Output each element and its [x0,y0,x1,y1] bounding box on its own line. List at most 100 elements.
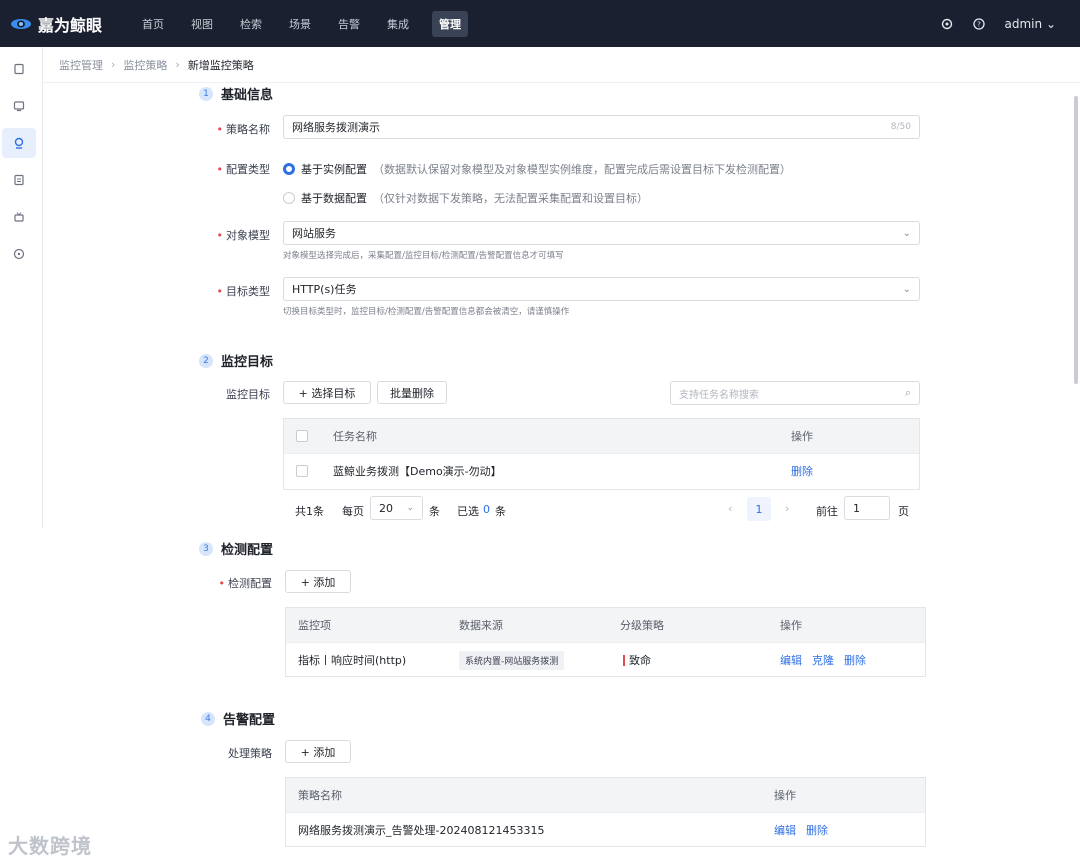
target-type-select[interactable]: HTTP(s)任务 ⌄ [283,277,920,301]
section-detection-config: 3 检测配置 [199,539,273,558]
breadcrumb-item-strategy[interactable]: 监控策略 [123,57,167,73]
clone-link[interactable]: 克隆 [812,652,834,668]
step-number: 1 [199,86,213,101]
nav-alert[interactable]: 告警 [338,12,360,36]
nav-scene[interactable]: 场景 [289,12,311,36]
nav-view[interactable]: 视图 [191,12,213,36]
chevron-down-icon: ⌄ [406,503,414,513]
selected-count: 0 [483,503,490,516]
prev-page-icon[interactable]: ‹ [728,502,732,515]
nav-integration[interactable]: 集成 [387,12,409,36]
chevron-down-icon: ⌄ [902,227,911,239]
user-name: admin [1004,16,1043,31]
strategy-name-input[interactable]: 网络服务拨测演示 8/50 [283,115,920,139]
table-row: 指标丨响应时间(http) 系统内置-网站服务拨测 致命 编辑 克隆 删除 [286,642,925,676]
current-page[interactable]: 1 [747,497,771,521]
handle-strategy-label: 处理策略 [228,747,272,760]
section-title: 告警配置 [223,713,276,728]
table-row: 蓝鲸业务拨测【Demo演示-勿动】 删除 [284,453,919,487]
brand-name: 嘉为鲸眼 [38,16,103,35]
object-model-select[interactable]: 网站服务 ⌄ [283,221,920,245]
delete-link[interactable]: 删除 [806,822,828,838]
target-type-hint: 切换目标类型时，监控目标/检测配置/告警配置信息都会被清空，请谨慎操作 [283,307,570,317]
chevron-down-icon: ⌄ [902,283,911,295]
delete-link[interactable]: 删除 [791,463,813,479]
strategy-name-cell: 网络服务拨测演示_告警处理-202408121453315 [298,824,545,837]
radio-checked-icon [283,163,295,175]
select-target-button[interactable]: + 选择目标 [283,381,371,404]
main-nav: 首页 视图 检索 场景 告警 集成 管理 [142,0,495,47]
sidebar-item-5[interactable] [2,202,36,232]
radio-unchecked-icon [283,192,295,204]
brand-logo[interactable]: 嘉为鲸眼 [10,12,102,36]
char-count: 8/50 [890,122,911,132]
top-right-tools: ? admin ⌄ [941,0,1057,47]
page-size-unit: 条 [429,505,440,518]
sidebar-item-3[interactable] [2,128,36,158]
edit-link[interactable]: 编辑 [780,652,802,668]
severity-label: 致命 [629,654,651,667]
step-number: 4 [201,711,215,726]
detection-table: 监控项 数据来源 分级策略 操作 指标丨响应时间(http) 系统内置-网站服务… [285,607,926,677]
nav-management[interactable]: 管理 [432,10,468,37]
delete-link[interactable]: 删除 [844,652,866,668]
table-header: 策略名称 操作 [286,778,925,812]
sidebar-item-6[interactable] [2,239,36,269]
radio-instance-config[interactable]: 基于实例配置 （数据默认保留对象模型及对象模型实例维度，配置完成后需设置目标下发… [283,161,791,177]
strategy-name-label: • 策略名称 [216,123,271,136]
breadcrumb: 监控管理 › 监控策略 › 新增监控策略 [43,47,1080,83]
target-type-label: • 目标类型 [216,285,271,298]
step-number: 3 [199,541,213,556]
monitor-target-label: 监控目标 [226,388,270,401]
next-page-icon[interactable]: › [785,502,789,515]
table-row: 网络服务拨测演示_告警处理-202408121453315 编辑 删除 [286,812,925,846]
breadcrumb-item-monitor-mgmt[interactable]: 监控管理 [59,57,103,73]
goto-page-input[interactable]: 1 [844,496,890,520]
page-size-select[interactable]: 20 ⌄ [370,496,423,520]
row-checkbox[interactable] [296,465,308,477]
task-search-input[interactable]: 支持任务名称搜索 ⌕ [670,381,920,405]
add-alert-strategy-button[interactable]: + 添加 [285,740,351,763]
config-type-label: • 配置类型 [216,163,271,176]
section-monitor-target: 2 监控目标 [199,351,273,370]
user-menu[interactable]: admin ⌄ [1005,17,1057,31]
table-header: 监控项 数据来源 分级策略 操作 [286,608,925,642]
radio-data-label: 基于数据配置 [301,192,367,205]
strategy-name-value: 网络服务拨测演示 [292,121,380,134]
section-title: 检测配置 [221,543,274,558]
batch-delete-button[interactable]: 批量删除 [377,381,447,404]
file-list-icon [14,174,24,186]
radio-data-desc: （仅针对数据下发策略，无法配置采集配置和设置目标） [373,192,648,205]
col-action: 操作 [791,430,813,443]
edit-link[interactable]: 编辑 [774,822,796,838]
page-size-value: 20 [379,501,393,515]
sidebar-item-1[interactable] [2,54,36,84]
tv-icon [14,212,24,222]
select-all-checkbox[interactable] [296,430,308,442]
breadcrumb-separator-icon: › [111,58,116,71]
settings-gear-icon[interactable] [941,18,953,30]
col-monitor-item: 监控项 [298,619,331,632]
col-action: 操作 [780,619,802,632]
monitor-icon [13,101,25,112]
total-count: 共1条 [295,505,324,518]
sidebar-item-2[interactable] [2,91,36,121]
page-scrollbar[interactable] [1074,96,1078,384]
severity-badge: 致命 [623,652,651,668]
target-table: 任务名称 操作 蓝鲸业务拨测【Demo演示-勿动】 删除 [283,418,920,490]
sidebar-item-4[interactable] [2,165,36,195]
section-title: 监控目标 [221,355,274,370]
pagination: 共1条 每页 20 ⌄ 条 已选 0 条 ‹ 1 › 前往 1 页 [283,490,920,528]
nav-home[interactable]: 首页 [142,12,164,36]
selected-unit: 条 [495,505,506,518]
svg-text:?: ? [977,20,981,28]
help-icon[interactable]: ? [972,17,985,30]
object-model-label: • 对象模型 [216,229,271,242]
col-action: 操作 [774,789,796,802]
nav-search[interactable]: 检索 [240,12,262,36]
add-detection-button[interactable]: + 添加 [285,570,351,593]
strategy-icon [14,137,24,149]
radio-data-config[interactable]: 基于数据配置 （仅针对数据下发策略，无法配置采集配置和设置目标） [283,190,648,206]
alert-table: 策略名称 操作 网络服务拨测演示_告警处理-202408121453315 编辑… [285,777,926,847]
breadcrumb-item-current: 新增监控策略 [187,58,254,72]
